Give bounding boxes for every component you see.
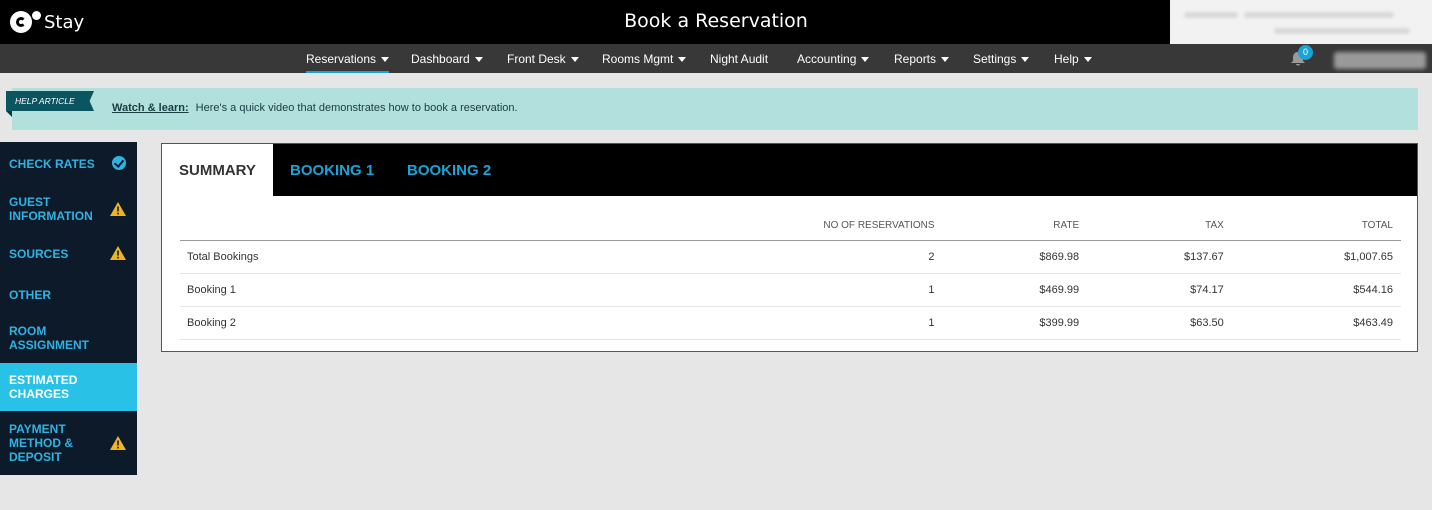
column-header-reservations: NO OF RESERVATIONS — [266, 212, 943, 241]
help-article-tag: HELP ARTICLE — [6, 91, 94, 111]
column-header-name — [180, 212, 267, 241]
warning-icon — [110, 246, 126, 260]
table-row: Total Bookings 2 $869.98 $137.67 $1,007.… — [180, 240, 1401, 274]
nav-accounting[interactable]: Accounting — [797, 44, 870, 73]
chevron-down-icon — [474, 57, 483, 62]
nav-night-audit-label: Night Audit — [710, 52, 769, 66]
step-check-rates[interactable]: CHECK RATES — [0, 142, 137, 185]
tab-booking-2[interactable]: BOOKING 2 — [390, 144, 508, 196]
tab-summary[interactable]: SUMMARY — [162, 144, 273, 196]
booking-tabs: SUMMARY BOOKING 1 BOOKING 2 — [162, 144, 1417, 196]
row-rate: $469.99 — [942, 273, 1088, 307]
row-total: $1,007.65 — [1231, 240, 1401, 274]
chevron-down-icon — [678, 57, 687, 62]
help-message: Watch & learn: Here's a quick video that… — [112, 102, 518, 114]
step-label: ROOM ASSIGNMENT — [9, 324, 90, 352]
table-row: Booking 1 1 $469.99 $74.17 $544.16 — [180, 273, 1401, 307]
nav-accounting-label: Accounting — [797, 52, 857, 66]
step-estimated-charges[interactable]: ESTIMATED CHARGES — [0, 363, 137, 411]
table-row: Booking 2 1 $399.99 $63.50 $463.49 — [180, 306, 1401, 340]
chevron-down-icon — [570, 57, 579, 62]
table-header-row: NO OF RESERVATIONS RATE TAX TOTAL — [180, 212, 1401, 241]
row-name: Booking 1 — [180, 273, 267, 307]
step-label: CHECK RATES — [9, 156, 95, 171]
nav-rooms-mgmt-label: Rooms Mgmt — [602, 52, 674, 66]
help-text: Here's a quick video that demonstrates h… — [195, 102, 518, 114]
warning-icon — [110, 436, 126, 450]
row-total: $544.16 — [1231, 273, 1401, 307]
step-label: ESTIMATED CHARGES — [9, 373, 78, 401]
help-tag-fold — [6, 111, 12, 117]
nav-reports-label: Reports — [894, 52, 937, 66]
check-circle-icon — [112, 156, 126, 170]
column-header-total: TOTAL — [1231, 212, 1401, 241]
main-nav: Reservations Dashboard Front Desk Rooms … — [0, 44, 1432, 73]
estimated-charges-panel: SUMMARY BOOKING 1 BOOKING 2 NO OF RESERV… — [161, 143, 1418, 352]
nav-reservations-label: Reservations — [306, 52, 377, 66]
chevron-down-icon — [861, 57, 870, 62]
user-menu[interactable] — [1334, 52, 1426, 69]
row-reservations: 2 — [266, 240, 943, 274]
nav-help[interactable]: Help — [1054, 44, 1092, 73]
step-label: OTHER — [9, 287, 51, 302]
step-sources[interactable]: SOURCES — [0, 232, 137, 275]
nav-help-label: Help — [1054, 52, 1079, 66]
account-info — [1170, 0, 1432, 44]
step-label: SOURCES — [9, 246, 69, 261]
row-reservations: 1 — [266, 273, 943, 307]
top-bar: Stay Book a Reservation — [0, 0, 1432, 44]
row-name: Total Bookings — [180, 240, 267, 274]
row-reservations: 1 — [266, 306, 943, 340]
nav-front-desk[interactable]: Front Desk — [507, 44, 579, 73]
row-tax: $74.17 — [1087, 273, 1232, 307]
nav-reservations[interactable]: Reservations — [306, 44, 390, 73]
column-header-rate: RATE — [942, 212, 1088, 241]
nav-reports[interactable]: Reports — [894, 44, 950, 73]
row-name: Booking 2 — [180, 306, 267, 340]
step-label: GUEST INFORMATION — [9, 194, 93, 223]
step-room-assignment[interactable]: ROOM ASSIGNMENT — [0, 316, 137, 360]
row-tax: $137.67 — [1087, 240, 1232, 274]
notification-count-badge: 0 — [1298, 45, 1313, 60]
nav-dashboard[interactable]: Dashboard — [411, 44, 483, 73]
chevron-down-icon — [381, 57, 390, 62]
row-tax: $63.50 — [1087, 306, 1232, 340]
nav-settings[interactable]: Settings — [973, 44, 1030, 73]
booking-steps-sidebar: CHECK RATES GUEST INFORMATION SOURCES OT… — [0, 142, 137, 475]
step-guest-information[interactable]: GUEST INFORMATION — [0, 187, 137, 230]
nav-front-desk-label: Front Desk — [507, 52, 566, 66]
nav-settings-label: Settings — [973, 52, 1017, 66]
row-total: $463.49 — [1231, 306, 1401, 340]
nav-rooms-mgmt[interactable]: Rooms Mgmt — [602, 44, 687, 73]
step-label: PAYMENT METHOD & DEPOSIT — [9, 422, 73, 464]
row-rate: $869.98 — [942, 240, 1088, 274]
watch-learn-link[interactable]: Watch & learn: — [112, 102, 189, 114]
chevron-down-icon — [1083, 57, 1092, 62]
column-header-tax: TAX — [1087, 212, 1232, 241]
warning-icon — [110, 202, 126, 216]
nav-night-audit[interactable]: Night Audit — [710, 44, 768, 73]
nav-dashboard-label: Dashboard — [411, 52, 470, 66]
chevron-down-icon — [1021, 57, 1030, 62]
chevron-down-icon — [941, 57, 950, 62]
step-payment-method-deposit[interactable]: PAYMENT METHOD & DEPOSIT — [0, 416, 137, 470]
step-other[interactable]: OTHER — [0, 277, 137, 312]
tab-booking-1[interactable]: BOOKING 1 — [273, 144, 391, 196]
row-rate: $399.99 — [942, 306, 1088, 340]
summary-table: NO OF RESERVATIONS RATE TAX TOTAL Total … — [180, 212, 1401, 340]
